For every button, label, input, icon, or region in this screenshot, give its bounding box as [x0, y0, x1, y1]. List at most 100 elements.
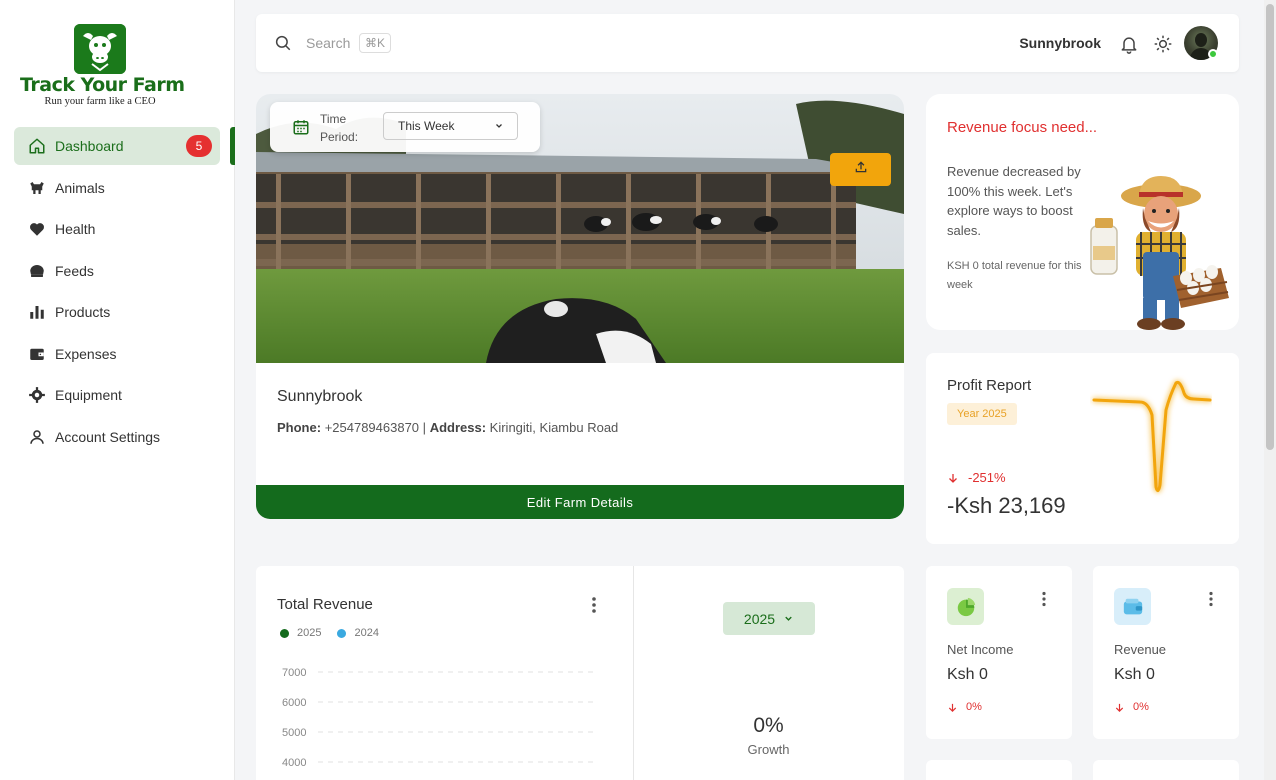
sidebar-item-account-settings[interactable]: Account Settings — [14, 418, 220, 456]
chevron-down-icon — [493, 120, 505, 132]
time-period-select[interactable]: This Week — [383, 112, 518, 140]
upload-icon — [854, 160, 868, 179]
address-label: Address: — [429, 420, 487, 435]
profit-year-chip: Year 2025 — [947, 403, 1017, 425]
net-income-card: Net Income Ksh 0 0% — [926, 566, 1072, 739]
legend-item-2024[interactable]: 2024 — [337, 627, 379, 639]
year-select-value: 2025 — [743, 610, 776, 627]
farm-username[interactable]: Sunnybrook — [1019, 35, 1101, 51]
notification-badge: 5 — [186, 135, 212, 157]
sidebar-item-animals[interactable]: Animals — [14, 169, 220, 207]
phone-label: Phone: — [277, 420, 322, 435]
wallet-icon — [28, 345, 46, 363]
more-options-icon[interactable] — [589, 596, 599, 614]
arrow-down-icon — [948, 703, 957, 712]
time-period-label: Time Period: — [320, 112, 359, 144]
more-options-icon[interactable] — [1207, 591, 1215, 607]
search-icon[interactable] — [274, 34, 292, 52]
more-options-icon[interactable] — [1040, 591, 1048, 607]
legend-item-2025[interactable]: 2025 — [280, 627, 321, 639]
sidebar-item-label: Animals — [55, 179, 105, 196]
sidebar-item-label: Equipment — [55, 387, 122, 403]
legend-dot — [337, 628, 347, 638]
total-revenue-card: Total Revenue 2025 2024 7000 6000 5000 4000… — [256, 566, 904, 780]
brand-logo[interactable]: Track Your Farm Run your farm like a CEO — [20, 24, 185, 112]
revenue-change: 0% — [1114, 701, 1149, 713]
sidebar-item-label: Expenses — [55, 345, 117, 362]
user-icon — [28, 428, 46, 446]
legend-dot — [280, 628, 289, 638]
home-icon — [28, 137, 46, 155]
search-shortcut: ⌘K — [359, 33, 391, 53]
cow-logo-icon — [74, 24, 126, 74]
net-income-label: Net Income — [947, 642, 1014, 657]
sidebar-item-equipment[interactable]: Equipment — [14, 376, 220, 414]
online-status-dot — [1208, 49, 1218, 59]
phone-value: +254789463870 — [324, 420, 420, 435]
focus-title: Revenue focus need... — [947, 119, 1098, 136]
top-bar: ⌘K Sunnybrook — [256, 14, 1239, 72]
net-income-value: Ksh 0 — [947, 666, 988, 683]
sidebar-item-health[interactable]: Health — [14, 210, 220, 248]
arrow-down-icon — [1115, 703, 1124, 712]
sidebar-item-label: Feeds — [55, 262, 94, 279]
revenue-value: Ksh 0 — [1114, 666, 1155, 683]
revenue-change-value: 0% — [1133, 701, 1149, 713]
profit-report-card: Profit Report Year 2025 -251% -Ksh 23,16… — [926, 353, 1239, 544]
year-select-button[interactable]: 2025 — [723, 602, 815, 635]
pie-chart-icon — [947, 588, 984, 625]
growth-label: Growth — [747, 742, 790, 757]
sidebar-item-label: Products — [55, 304, 111, 320]
heart-icon — [28, 220, 46, 238]
farm-name: Sunnybrook — [277, 388, 363, 405]
brand-title: Track Your Farm — [20, 74, 185, 96]
cow-icon — [28, 179, 46, 197]
sidebar-item-products[interactable]: Products — [14, 293, 220, 331]
sidebar-item-label: Dashboard — [55, 138, 124, 154]
bowl-icon — [28, 262, 46, 280]
wallet-icon — [1114, 588, 1151, 625]
arrow-down-icon — [949, 473, 957, 483]
sidebar-item-feeds[interactable]: Feeds — [14, 252, 220, 290]
stat-card — [926, 760, 1072, 780]
revenue-chart: 7000 6000 5000 4000 — [282, 667, 594, 769]
revenue-label: Revenue — [1114, 642, 1167, 657]
revenue-focus-card: Revenue focus need... Revenue decreased … — [926, 94, 1239, 330]
sidebar-item-label: Health — [55, 221, 96, 237]
profit-change-value: -251% — [968, 470, 1006, 485]
sidebar-nav: Dashboard 5 Animals Health Feeds Product… — [14, 127, 234, 459]
time-period-value: This Week — [398, 119, 455, 133]
y-tick-label: 4000 — [282, 757, 306, 769]
farm-contact-details: Phone: +254789463870 | Address: Kiringit… — [277, 420, 618, 435]
profit-value: -Ksh 23,169 — [947, 493, 1066, 518]
brand-tagline: Run your farm like a CEO — [44, 96, 156, 107]
time-period-filter: Time Period: This Week — [270, 102, 540, 152]
net-income-change-value: 0% — [966, 701, 982, 713]
total-revenue-title: Total Revenue — [277, 596, 373, 613]
scrollbar-thumb[interactable] — [1266, 4, 1274, 450]
upload-photo-button[interactable] — [830, 153, 891, 186]
calendar-icon — [292, 118, 310, 136]
detail-separator: | — [422, 420, 427, 435]
bar-chart-icon — [28, 303, 46, 321]
farm-card: Time Period: This Week Sunnybrook Phone:… — [256, 94, 904, 519]
growth-value: 0% — [753, 714, 784, 737]
edit-farm-details-button[interactable]: Edit Farm Details — [256, 485, 904, 519]
sidebar: Track Your Farm Run your farm like a CEO… — [0, 0, 235, 780]
address-value: Kiringiti, Kiambu Road — [489, 420, 619, 435]
y-tick-label: 6000 — [282, 697, 306, 709]
sidebar-item-dashboard[interactable]: Dashboard 5 — [14, 127, 220, 165]
revenue-stat-card: Revenue Ksh 0 0% — [1093, 566, 1239, 739]
chevron-down-icon — [785, 616, 792, 621]
sidebar-item-label: Account Settings — [55, 428, 161, 445]
chart-legend: 2025 2024 — [280, 627, 395, 639]
bell-icon[interactable] — [1119, 34, 1139, 54]
stat-card — [1093, 760, 1239, 780]
sidebar-item-expenses[interactable]: Expenses — [14, 335, 220, 373]
active-nav-indicator — [230, 127, 235, 165]
profit-title: Profit Report — [947, 377, 1032, 394]
profit-sparkline — [1092, 381, 1212, 492]
legend-label: 2024 — [354, 627, 379, 639]
net-income-change: 0% — [947, 701, 982, 713]
sun-icon[interactable] — [1153, 34, 1173, 54]
